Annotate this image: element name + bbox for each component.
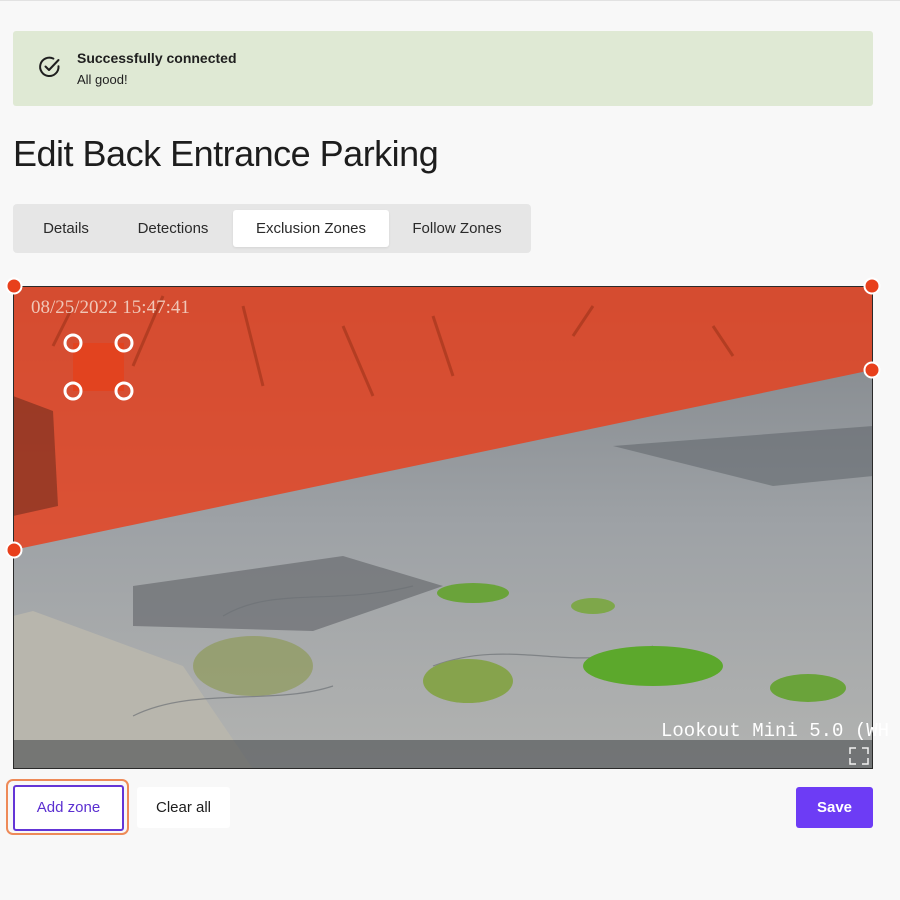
tab-follow-zones[interactable]: Follow Zones — [395, 210, 519, 247]
grass-patch — [423, 659, 513, 703]
clear-all-button[interactable]: Clear all — [137, 787, 230, 828]
camera-timestamp: 08/25/2022 15:47:41 — [31, 297, 190, 318]
check-circle-icon — [39, 56, 60, 78]
tab-detections[interactable]: Detections — [121, 210, 225, 247]
camera-control-bar — [13, 740, 873, 769]
save-button[interactable]: Save — [796, 787, 873, 828]
top-divider — [0, 0, 900, 1]
alert-message: All good! — [77, 72, 128, 87]
success-alert: Successfully connected All good! — [13, 31, 873, 106]
camera-canvas[interactable]: 08/25/2022 15:47:41 Lookout Mini 5.0 (WH — [5, 277, 889, 769]
add-zone-button[interactable]: Add zone — [13, 785, 124, 831]
zone-vertex-handle[interactable] — [863, 277, 881, 295]
page-title: Edit Back Entrance Parking — [13, 133, 439, 174]
zone-vertex-handle[interactable] — [863, 361, 881, 379]
zone-vertex-handle[interactable] — [5, 277, 23, 295]
tab-bar: Details Detections Exclusion Zones Follo… — [13, 204, 531, 253]
alert-title: Successfully connected — [77, 50, 237, 66]
grass-patch — [193, 636, 313, 696]
grass-patch — [437, 583, 509, 603]
tab-details[interactable]: Details — [17, 210, 115, 247]
tab-exclusion-zones[interactable]: Exclusion Zones — [233, 210, 389, 247]
grass-patch — [583, 646, 723, 686]
new-zone-rectangle[interactable] — [73, 343, 124, 391]
camera-watermark: Lookout Mini 5.0 (WH — [661, 720, 889, 742]
grass-patch — [571, 598, 615, 614]
parked-car — [13, 396, 58, 516]
camera-feed[interactable]: 08/25/2022 15:47:41 Lookout Mini 5.0 (WH — [5, 277, 889, 769]
zone-vertex-handle[interactable] — [5, 541, 23, 559]
grass-patch — [770, 674, 846, 702]
